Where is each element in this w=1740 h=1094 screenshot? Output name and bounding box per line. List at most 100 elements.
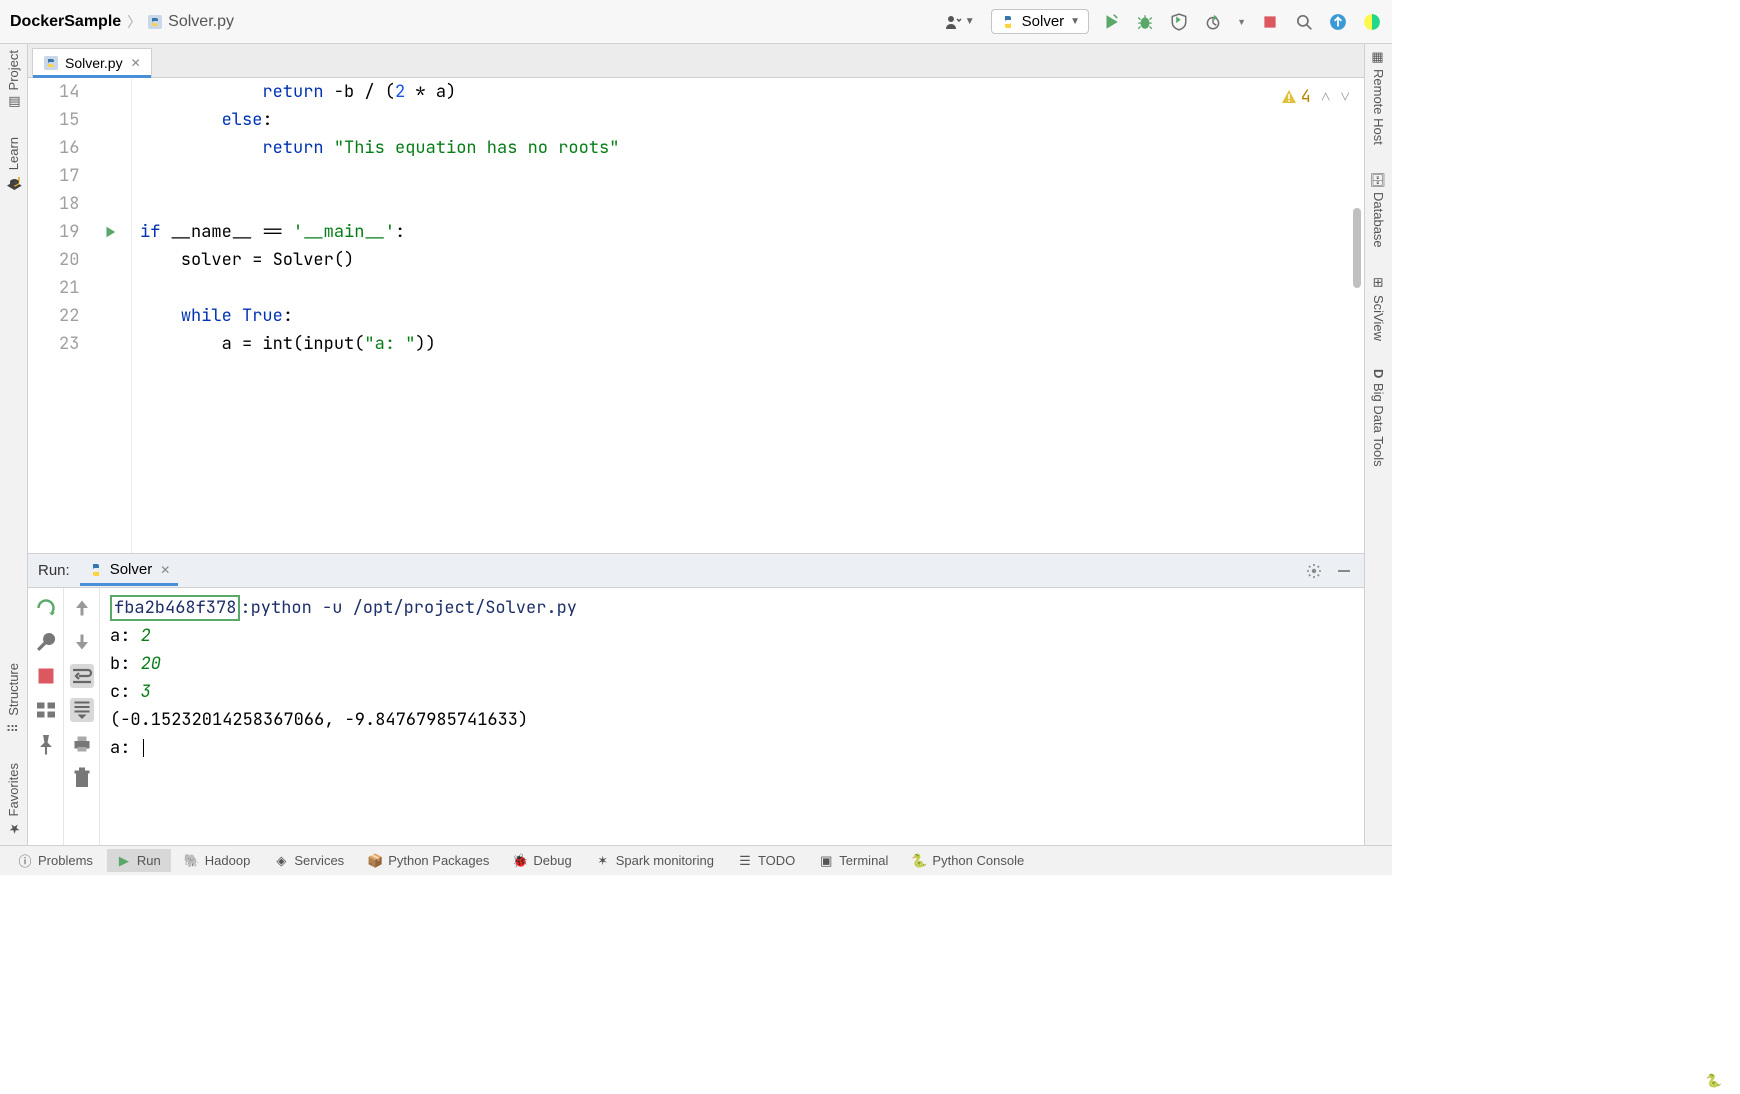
terminal-icon: ▣ — [819, 854, 833, 868]
rerun-button[interactable] — [34, 596, 58, 620]
tool-window-favorites[interactable]: ★ Favorites — [6, 763, 21, 835]
chevron-up-icon[interactable]: ˄ — [1321, 86, 1331, 108]
tool-window-label: Big Data Tools — [1371, 383, 1386, 467]
chevron-down-icon[interactable]: ▼ — [1237, 17, 1246, 27]
run-tab[interactable]: Solver ✕ — [80, 555, 179, 586]
structure-icon: ⠿ — [7, 721, 21, 735]
tool-window-big-data[interactable]: D Big Data Tools — [1371, 369, 1386, 467]
editor-tab[interactable]: Solver.py ✕ — [32, 48, 152, 77]
tool-window-debug[interactable]: 🐞 Debug — [503, 849, 581, 872]
breadcrumb-file[interactable]: Solver.py — [147, 13, 234, 31]
breadcrumb-project[interactable]: DockerSample — [10, 13, 121, 31]
tool-window-label: Project — [6, 50, 21, 90]
sync-button[interactable] — [1328, 12, 1348, 32]
bug-icon: 🐞 — [513, 854, 527, 868]
tool-window-problems[interactable]: ⓘ Problems — [8, 849, 103, 872]
close-icon[interactable]: ✕ — [131, 56, 141, 70]
left-tool-strip: ▤ Project 🎓 Learn ⠿ Structure ★ Favorite… — [0, 44, 28, 845]
up-arrow-icon[interactable] — [70, 596, 94, 620]
bottom-item-label: Debug — [533, 853, 571, 868]
layout-icon[interactable] — [34, 698, 58, 722]
close-icon[interactable]: ✕ — [160, 563, 170, 577]
tool-window-todo[interactable]: ☰ TODO — [728, 849, 805, 872]
bottom-item-label: Spark monitoring — [616, 853, 714, 868]
run-panel-title: Run: — [38, 562, 70, 579]
python-file-icon — [43, 55, 59, 71]
editor-gutter: 14151617181920212223 — [28, 78, 132, 553]
tool-window-services[interactable]: ◈ Services — [264, 849, 354, 872]
tool-window-python-console[interactable]: 🐍 Python Console — [902, 849, 1034, 872]
big-data-prefix: D — [1371, 369, 1386, 378]
chevron-down-icon[interactable]: ˅ — [1340, 86, 1350, 108]
minimize-icon[interactable] — [1334, 561, 1354, 581]
tool-window-spark[interactable]: ✶ Spark monitoring — [586, 849, 724, 872]
run-button[interactable] — [1101, 12, 1121, 32]
ide-logo-icon[interactable] — [1362, 12, 1382, 32]
search-everywhere-button[interactable] — [1294, 12, 1314, 32]
tool-window-label: Favorites — [6, 763, 21, 816]
gear-icon[interactable] — [1304, 561, 1324, 581]
console-output[interactable]: fba2b468f378:python -u /opt/project/Solv… — [100, 588, 1364, 845]
python-interpreter-icon[interactable]: 🐍 — [1706, 1073, 1722, 1089]
warnings-count: 4 — [1301, 86, 1311, 108]
tool-window-label: Database — [1371, 192, 1386, 248]
trash-icon[interactable] — [70, 766, 94, 790]
tool-window-sciview[interactable]: ⊞ SciView — [1371, 276, 1386, 341]
soft-wrap-icon[interactable] — [70, 664, 94, 688]
run-toolbar-column-1 — [28, 588, 64, 845]
user-menu-button[interactable]: ▼ — [945, 14, 975, 30]
line-numbers: 14151617181920212223 — [28, 78, 89, 553]
tool-window-label: SciView — [1371, 295, 1386, 341]
breadcrumb: DockerSample 〉 Solver.py — [10, 12, 234, 32]
tool-window-learn[interactable]: 🎓 Learn — [6, 137, 21, 189]
down-arrow-icon[interactable] — [70, 630, 94, 654]
print-icon[interactable] — [70, 732, 94, 756]
warnings-indicator[interactable]: 4 — [1281, 86, 1311, 108]
python-file-icon — [147, 14, 163, 30]
tool-window-project[interactable]: ▤ Project — [6, 50, 21, 109]
hadoop-icon: 🐘 — [185, 854, 199, 868]
debug-button[interactable] — [1135, 12, 1155, 32]
tool-window-label: Remote Host — [1371, 69, 1386, 145]
scrollbar-thumb[interactable] — [1353, 208, 1361, 288]
breadcrumb-separator-icon: 〉 — [127, 12, 141, 32]
bottom-item-label: Run — [137, 853, 161, 868]
tool-window-database[interactable]: 🗄 Database — [1371, 173, 1386, 248]
chevron-down-icon: ▼ — [965, 16, 975, 27]
tool-window-structure[interactable]: ⠿ Structure — [6, 663, 21, 735]
server-icon: ▦ — [1372, 50, 1386, 64]
run-toolbar-column-2 — [64, 588, 100, 845]
pin-icon[interactable] — [34, 732, 58, 756]
list-icon: ☰ — [738, 854, 752, 868]
bottom-item-label: TODO — [758, 853, 795, 868]
bottom-item-label: Problems — [38, 853, 93, 868]
breadcrumb-file-label: Solver.py — [168, 13, 234, 31]
tool-window-python-packages[interactable]: 📦 Python Packages — [358, 849, 499, 872]
run-config-label: Solver — [1022, 13, 1065, 30]
run-tool-window: Run: Solver ✕ — [28, 553, 1364, 845]
scroll-to-end-icon[interactable] — [70, 698, 94, 722]
run-line-icon[interactable] — [89, 218, 131, 246]
profile-button[interactable] — [1203, 12, 1223, 32]
tool-window-hadoop[interactable]: 🐘 Hadoop — [175, 849, 261, 872]
tool-window-remote-host[interactable]: ▦ Remote Host — [1371, 50, 1386, 145]
wrench-icon[interactable] — [34, 630, 58, 654]
code-content[interactable]: return -b / (2 * a) else: return "This e… — [132, 78, 1364, 553]
bottom-item-label: Terminal — [839, 853, 888, 868]
run-config-selector[interactable]: Solver ▼ — [991, 9, 1089, 34]
tool-window-terminal[interactable]: ▣ Terminal — [809, 849, 898, 872]
spark-icon: ✶ — [596, 854, 610, 868]
python-icon: 🐍 — [912, 854, 926, 868]
star-icon: ★ — [7, 821, 21, 835]
folder-icon: ▤ — [7, 95, 21, 109]
code-editor[interactable]: 14151617181920212223 return -b / (2 * a)… — [28, 78, 1364, 553]
grid-icon: ⊞ — [1372, 276, 1386, 290]
stop-button[interactable] — [1260, 12, 1280, 32]
python-icon — [88, 562, 104, 578]
package-icon: 📦 — [368, 854, 382, 868]
tool-window-label: Learn — [6, 137, 21, 170]
right-tool-strip: ▦ Remote Host 🗄 Database ⊞ SciView D Big… — [1364, 44, 1392, 845]
stop-button[interactable] — [34, 664, 58, 688]
coverage-button[interactable] — [1169, 12, 1189, 32]
tool-window-run[interactable]: ▶ Run — [107, 849, 171, 872]
